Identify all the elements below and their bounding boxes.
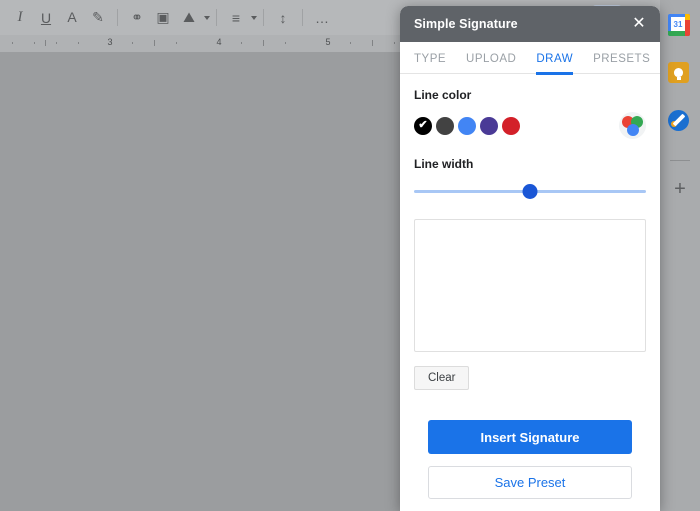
insert-signature-button[interactable]: Insert Signature: [428, 420, 632, 454]
insert-link-icon[interactable]: ⚭: [124, 5, 150, 31]
line-color-label: Line color: [414, 88, 472, 102]
align-icon[interactable]: ≡: [223, 5, 249, 31]
tab-draw[interactable]: DRAW: [536, 45, 573, 75]
google-tasks-icon[interactable]: [668, 110, 692, 134]
custom-color-picker-icon[interactable]: [619, 112, 646, 139]
dialog-header: Simple Signature ✕: [400, 6, 660, 42]
tab-type[interactable]: TYPE: [414, 45, 446, 74]
close-icon[interactable]: ✕: [628, 13, 650, 35]
color-swatch-black[interactable]: ✔: [414, 116, 432, 135]
insert-image-chevron-down-icon[interactable]: [204, 15, 210, 20]
dialog-content: Line color ✔ Line width Clear: [400, 74, 660, 420]
ruler-number: 5: [325, 37, 331, 47]
screen: I U A ✎ ⚭ ▣ ⛰ ≡ ↕ … ✏ ⌃ 3: [0, 0, 700, 511]
line-spacing-icon[interactable]: ↕: [270, 5, 296, 31]
line-color-swatches: ✔: [414, 112, 646, 139]
italic-icon[interactable]: I: [7, 5, 33, 31]
underline-icon[interactable]: U: [33, 5, 59, 31]
toolbar-divider: [263, 9, 264, 26]
ruler-number: 3: [107, 37, 113, 47]
check-icon: ✔: [418, 119, 428, 131]
calendar-day-label: 31: [671, 17, 685, 31]
highlight-color-icon[interactable]: ✎: [85, 5, 111, 31]
color-swatch-dark-gray[interactable]: [436, 116, 454, 135]
color-swatch-red[interactable]: [502, 116, 520, 135]
line-width-label: Line width: [414, 157, 474, 171]
toolbar-divider: [216, 9, 217, 26]
dialog-tabs: TYPE UPLOAD DRAW PRESETS: [400, 45, 660, 75]
simple-signature-dialog: Simple Signature ✕ TYPE UPLOAD DRAW PRES…: [400, 6, 660, 511]
toolbar-divider: [302, 9, 303, 26]
toolbar-divider: [117, 9, 118, 26]
signature-draw-canvas[interactable]: [414, 219, 646, 352]
align-chevron-down-icon[interactable]: [251, 15, 257, 20]
tab-upload[interactable]: UPLOAD: [466, 45, 516, 74]
google-keep-icon[interactable]: [668, 62, 692, 86]
tab-presets[interactable]: PRESETS: [593, 45, 650, 74]
save-preset-button[interactable]: Save Preset: [428, 466, 632, 499]
line-width-slider[interactable]: [414, 181, 646, 203]
clear-button[interactable]: Clear: [414, 366, 470, 390]
color-swatch-purple[interactable]: [480, 116, 498, 135]
dialog-title: Simple Signature: [414, 17, 518, 31]
addon-sidebar: 31 +: [660, 0, 700, 511]
insert-image-icon[interactable]: ⛰: [176, 5, 202, 31]
text-color-icon[interactable]: A: [59, 5, 85, 31]
more-options-icon[interactable]: …: [309, 5, 335, 31]
add-addon-icon[interactable]: +: [674, 179, 686, 199]
addon-divider: [670, 160, 690, 161]
slider-thumb[interactable]: [522, 184, 538, 199]
google-calendar-icon[interactable]: 31: [668, 14, 692, 38]
text-color-letter: A: [67, 8, 77, 25]
ruler-number: 4: [216, 37, 222, 47]
add-comment-icon[interactable]: ▣: [150, 5, 176, 31]
color-swatch-blue[interactable]: [458, 116, 476, 135]
dialog-footer: Insert Signature Save Preset: [400, 420, 660, 511]
